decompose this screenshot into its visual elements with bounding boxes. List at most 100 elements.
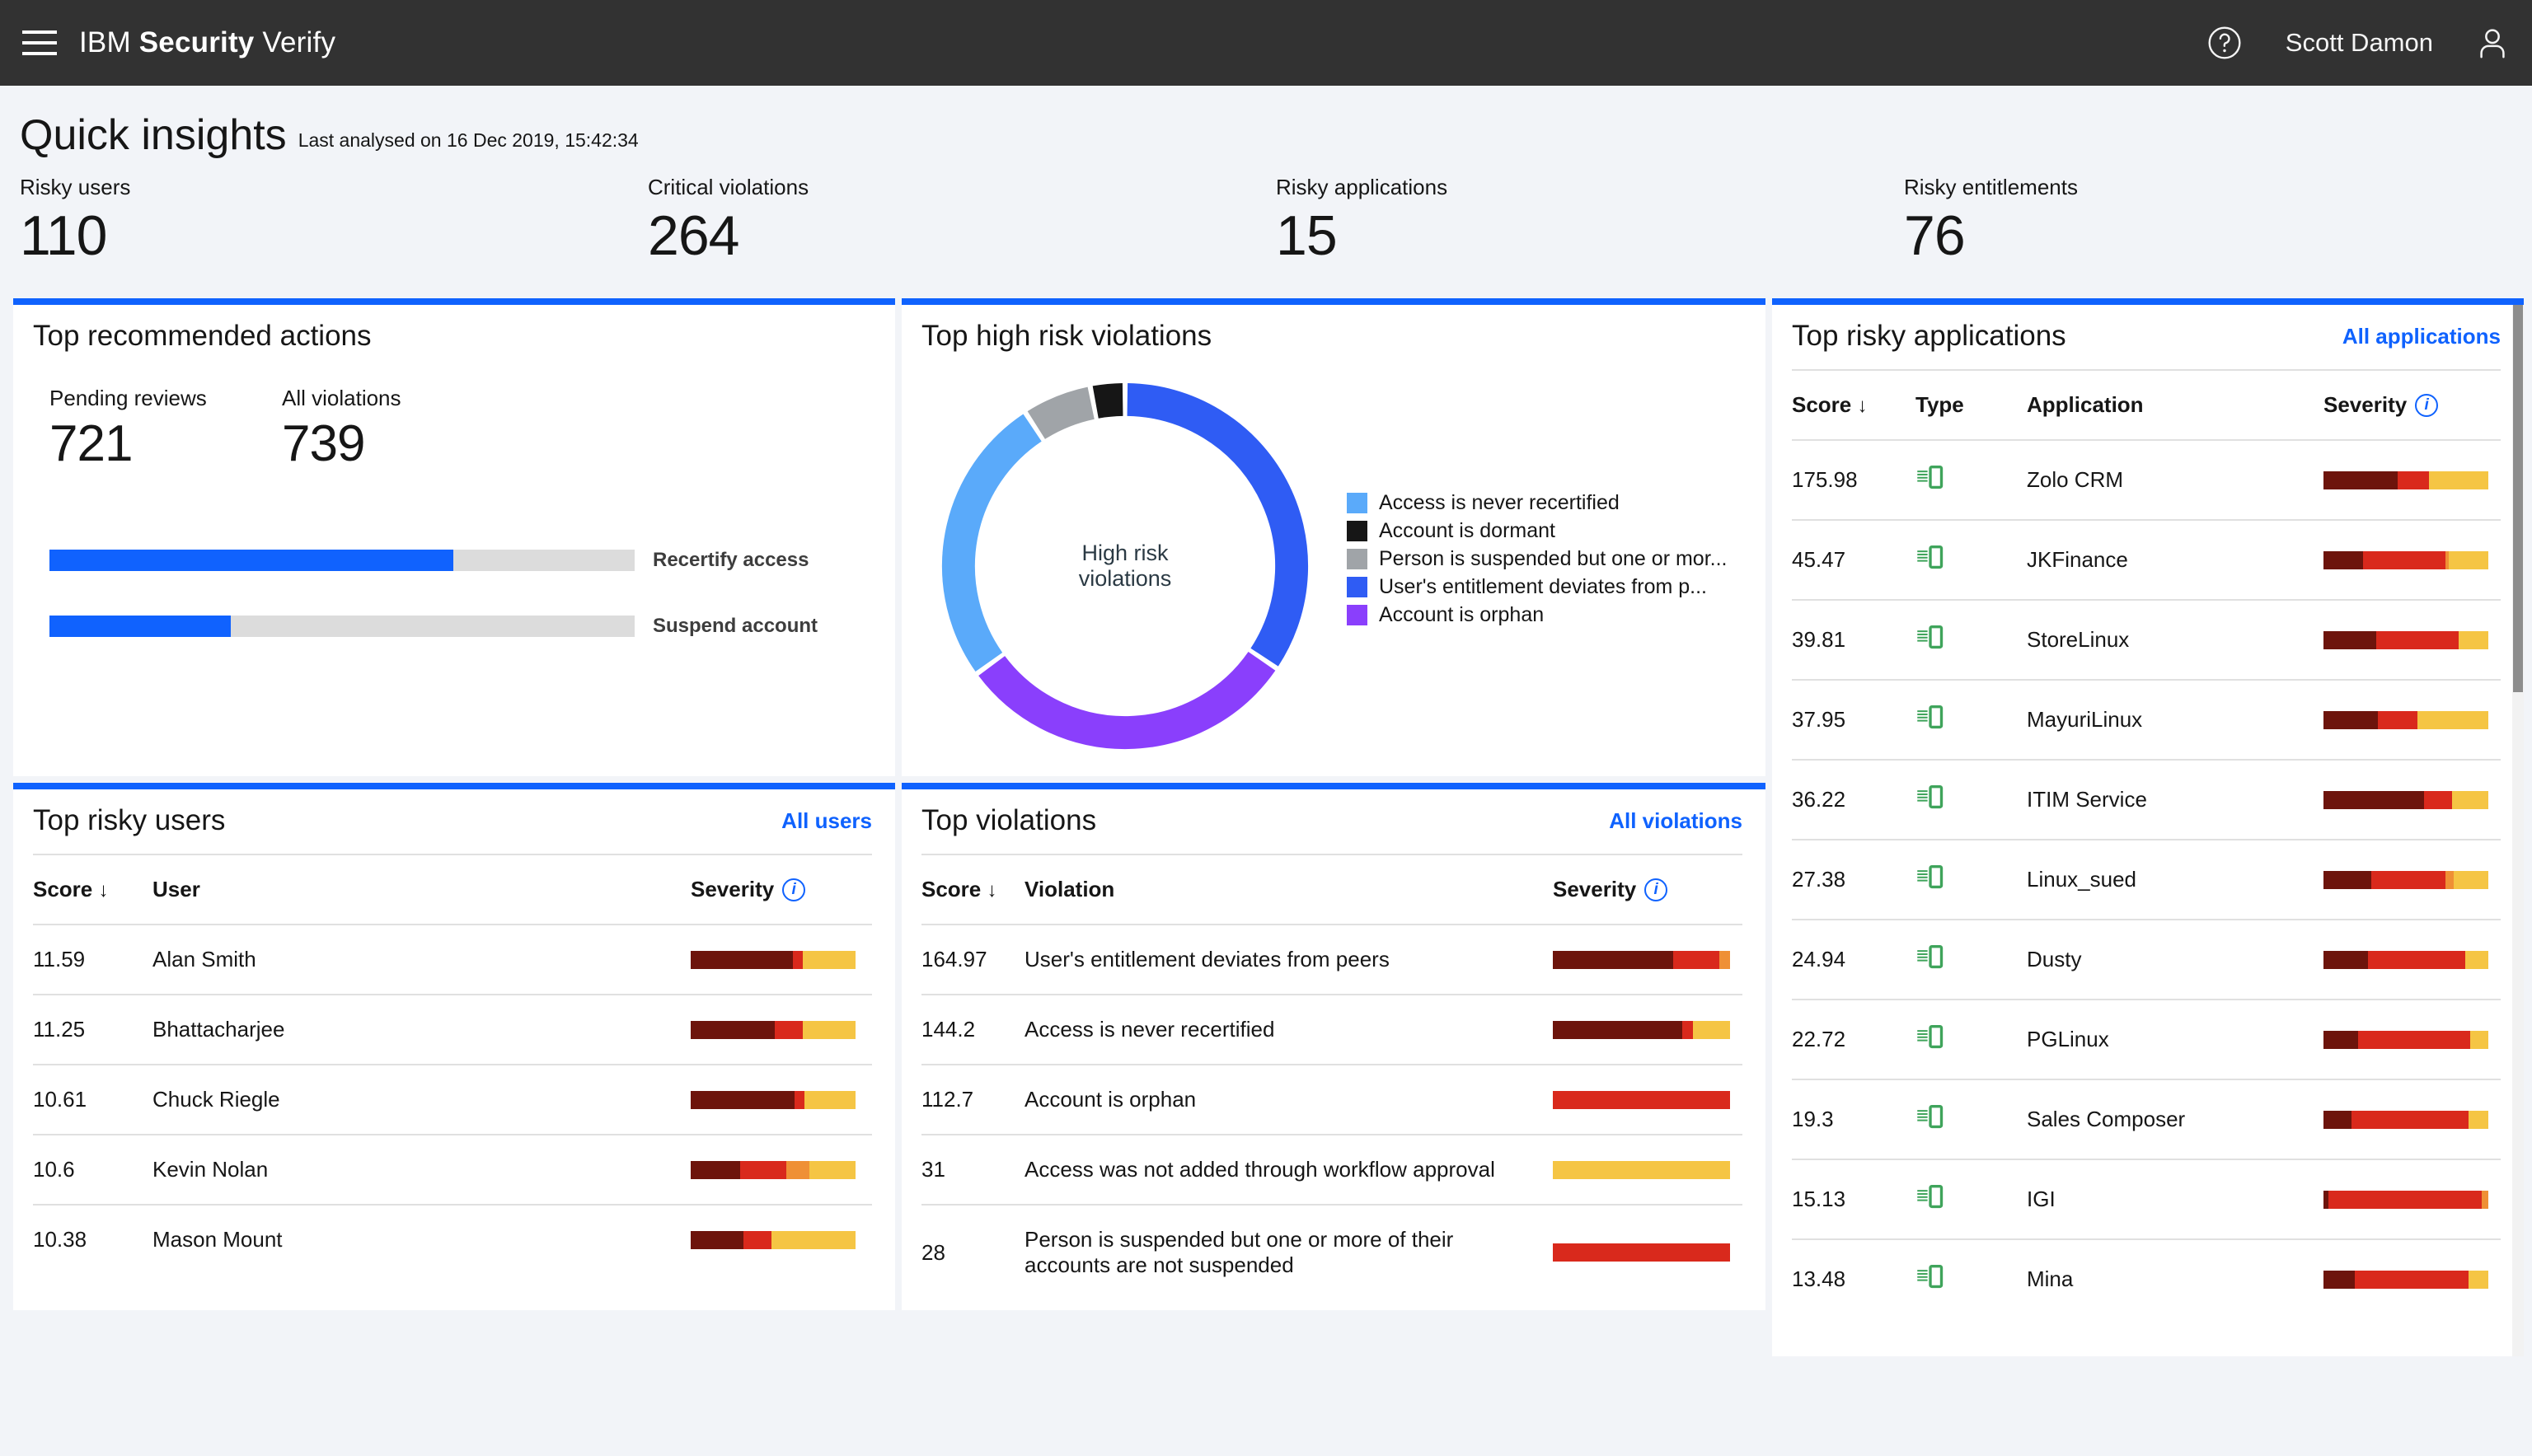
cell-type <box>1915 519 2027 600</box>
cell-score: 27.38 <box>1792 839 1915 920</box>
column-header-violation[interactable]: Violation <box>1025 854 1553 925</box>
card-header: Top risky users All users <box>13 789 895 854</box>
all-violations-link[interactable]: All violations <box>1609 808 1742 834</box>
table-row[interactable]: 144.2 Access is never recertified <box>921 994 1742 1065</box>
severity-bar <box>2323 471 2488 489</box>
table-row[interactable]: 28 Person is suspended but one or more of… <box>921 1204 1742 1299</box>
table-row[interactable]: 10.6 Kevin Nolan <box>33 1134 872 1205</box>
severity-segment <box>1553 1243 1730 1262</box>
column-label: Severity <box>2323 392 2408 417</box>
table-row[interactable]: 13.48 Mina <box>1792 1238 2501 1318</box>
column-header-application[interactable]: Application <box>2027 369 2323 440</box>
table-row[interactable]: 11.59 Alan Smith <box>33 924 872 995</box>
card-header: Top recommended actions <box>13 305 895 369</box>
cell-score: 19.3 <box>1792 1079 1915 1159</box>
cell-type <box>1915 1159 2027 1239</box>
donut-segment[interactable] <box>1092 382 1123 419</box>
stat-label: All violations <box>282 386 401 410</box>
table-row[interactable]: 11.25 Bhattacharjee <box>33 994 872 1065</box>
severity-bar <box>691 1090 856 1109</box>
severity-bar <box>691 1020 856 1039</box>
cell-severity <box>2323 519 2501 600</box>
column-header-score[interactable]: Score ↓ <box>921 854 1025 925</box>
kpi-value: 76 <box>1904 204 1966 267</box>
severity-segment <box>2459 630 2488 649</box>
column-label: Score <box>921 877 982 901</box>
info-icon[interactable]: i <box>782 878 806 901</box>
info-icon[interactable]: i <box>1644 878 1668 901</box>
cell-score: 15.13 <box>1792 1159 1915 1239</box>
brand-prefix: IBM <box>79 26 139 59</box>
legend-item[interactable]: Account is orphan <box>1347 601 1727 629</box>
sort-descending-arrow[interactable]: ↓ <box>99 879 109 901</box>
table-row[interactable]: 24.94 Dusty <box>1792 919 2501 1000</box>
help-circle-icon[interactable] <box>2183 0 2266 86</box>
topbar-actions: Scott Damon <box>2183 0 2532 86</box>
column-header-score[interactable]: Score ↓ <box>1792 369 1915 440</box>
severity-segment <box>2323 710 2378 729</box>
top-violations-card: Top violations All violations Score ↓ Vi… <box>902 783 1765 1310</box>
severity-segment <box>691 1090 795 1109</box>
info-icon[interactable]: i <box>2415 393 2439 417</box>
cell-severity <box>1553 1134 1742 1205</box>
risky-users-rows: 11.59 Alan Smith 11.25 Bhattacharjee 10.61 Ch… <box>33 924 872 1274</box>
hamburger-menu-icon[interactable] <box>0 0 79 86</box>
table-row[interactable]: 164.97 User's entitlement deviates from p… <box>921 924 1742 995</box>
severity-segment <box>2363 550 2445 569</box>
user-avatar-icon[interactable] <box>2453 0 2532 86</box>
legend-item[interactable]: Account is dormant <box>1347 517 1727 545</box>
table-row[interactable]: 112.7 Account is orphan <box>921 1064 1742 1135</box>
legend-label: Account is orphan <box>1379 602 1545 626</box>
table-row[interactable]: 39.81 StoreLinux <box>1792 599 2501 680</box>
legend-item[interactable]: Person is suspended but one or mor... <box>1347 545 1727 573</box>
apps-scrollbar[interactable] <box>2512 305 2524 1356</box>
severity-segment <box>2323 870 2371 889</box>
donut-segment[interactable] <box>978 651 1276 750</box>
cell-type <box>1915 759 2027 840</box>
table-row[interactable]: 27.38 Linux_sued <box>1792 839 2501 920</box>
cell-application: Mina <box>2027 1238 2323 1318</box>
sort-descending-arrow[interactable]: ↓ <box>987 879 997 901</box>
top-risky-users-card: Top risky users All users Score ↓ User S… <box>13 783 895 1310</box>
table-row[interactable]: 10.38 Mason Mount <box>33 1204 872 1274</box>
severity-segment <box>2371 870 2445 889</box>
table-row[interactable]: 175.98 Zolo CRM <box>1792 439 2501 520</box>
card-header: Top high risk violations <box>902 305 1765 369</box>
table-row[interactable]: 37.95 MayuriLinux <box>1792 679 2501 760</box>
severity-bar <box>2323 1270 2488 1289</box>
top-recommended-actions-card: Top recommended actions Pending reviews … <box>13 298 895 776</box>
column-label: Severity <box>1553 877 1637 901</box>
table-row[interactable]: 45.47 JKFinance <box>1792 519 2501 600</box>
all-applications-link[interactable]: All applications <box>2342 324 2501 349</box>
column-header-score[interactable]: Score ↓ <box>33 854 152 925</box>
cell-type <box>1915 1079 2027 1159</box>
severity-segment <box>1681 1020 1693 1039</box>
apps-scrollbar-thumb[interactable] <box>2513 305 2523 692</box>
sort-descending-arrow[interactable]: ↓ <box>1858 395 1868 417</box>
donut-legend: Access is never recertified Account is do… <box>1347 489 1727 629</box>
donut-segment[interactable] <box>1127 382 1309 667</box>
severity-segment <box>1553 1160 1730 1179</box>
severity-segment <box>2323 630 2376 649</box>
legend-item[interactable]: User's entitlement deviates from p... <box>1347 573 1727 601</box>
table-row[interactable]: 10.61 Chuck Riegle <box>33 1064 872 1135</box>
legend-item[interactable]: Access is never recertified <box>1347 489 1727 517</box>
kpi-label: Risky entitlements <box>1904 175 2078 199</box>
table-row[interactable]: 15.13 IGI <box>1792 1159 2501 1239</box>
severity-segment <box>1673 950 1720 969</box>
cell-user: Chuck Riegle <box>152 1064 691 1135</box>
brand-bold: Security <box>138 26 255 59</box>
column-label: Application <box>2027 392 2144 417</box>
column-header-user[interactable]: User <box>152 854 691 925</box>
top-navigation-bar: IBM Security Verify Scott Damon <box>0 0 2532 86</box>
column-header-type[interactable]: Type <box>1915 369 2027 440</box>
table-row[interactable]: 31 Access was not added through workflow … <box>921 1134 1742 1205</box>
table-row[interactable]: 36.22 ITIM Service <box>1792 759 2501 840</box>
table-row[interactable]: 19.3 Sales Composer <box>1792 1079 2501 1159</box>
all-users-link[interactable]: All users <box>781 808 872 834</box>
page-header: Quick insights Last analysed on 16 Dec 2… <box>0 86 2532 175</box>
donut-segment[interactable] <box>1027 386 1095 440</box>
table-row[interactable]: 22.72 PGLinux <box>1792 999 2501 1079</box>
application-icon <box>1915 542 1945 572</box>
severity-segment <box>1719 950 1730 969</box>
